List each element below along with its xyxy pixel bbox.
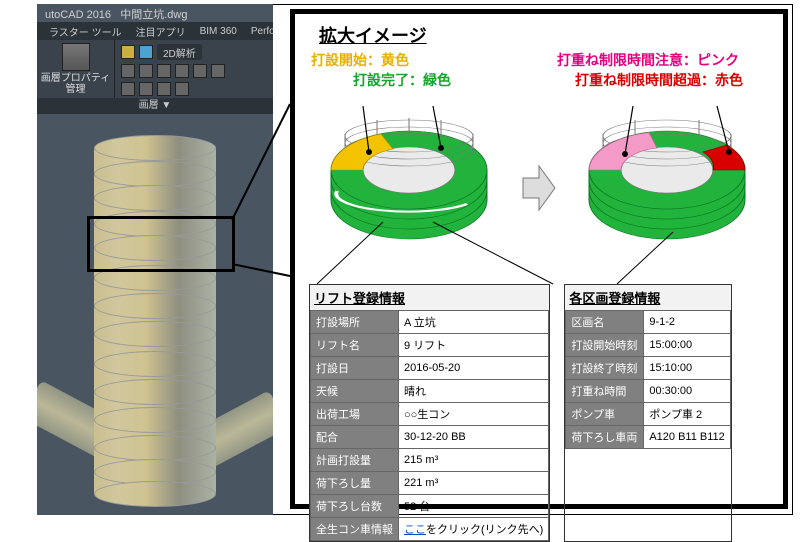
row-label: ポンプ車	[566, 403, 644, 426]
row-value: 晴れ	[399, 380, 549, 403]
donut-left	[309, 100, 509, 240]
legend-warn-pink: 打重ね制限時間注意：ピンク	[557, 50, 739, 70]
tool-icon[interactable]	[211, 64, 225, 78]
ribbon-tab[interactable]: ラスター ツール	[45, 23, 126, 40]
tool-icon[interactable]	[121, 64, 135, 78]
row-value: A 立坑	[399, 311, 549, 334]
table-row: 打設場所A 立坑	[311, 311, 549, 334]
detail-panel: 拡大イメージ 打設開始：黄色 打重ね制限時間注意：ピンク 打設完了：緑色 打重ね…	[290, 9, 788, 509]
ribbon-tab[interactable]: BIM 360	[196, 25, 241, 38]
legend-over-red: 打重ね制限時間超過：赤色	[575, 70, 743, 90]
tool-icon[interactable]	[121, 45, 135, 59]
table-row: 打重ね時間00:30:00	[566, 380, 730, 403]
row-value: 9 リフト	[399, 334, 549, 357]
table-row: 打設終了時刻15:10:00	[566, 357, 730, 380]
lift-table-title: リフト登録情報	[310, 285, 549, 310]
row-label: 計画打設量	[311, 449, 399, 472]
row-value: 52 台	[399, 495, 549, 518]
layer-properties-label: 画層プロパティ管理	[41, 73, 110, 95]
row-value: 2016-05-20	[399, 357, 549, 380]
row-label: 荷下ろし量	[311, 472, 399, 495]
cad-ribbon-tabs: ラスター ツール 注目アプリ BIM 360 Performa	[37, 22, 273, 40]
row-label: 打設終了時刻	[566, 357, 644, 380]
row-label: 荷下ろし台数	[311, 495, 399, 518]
row-value: 30-12-20 BB	[399, 426, 549, 449]
tool-icon[interactable]	[157, 82, 171, 96]
row-value: 215 m³	[399, 449, 549, 472]
row-label: 打設開始時刻	[566, 334, 644, 357]
table-row: リフト名9 リフト	[311, 334, 549, 357]
row-value: A120 B11 B112	[644, 426, 730, 449]
legend-done-green: 打設完了：緑色	[353, 70, 451, 90]
table-row: 荷下ろし車両A120 B11 B112	[566, 426, 730, 449]
table-row: ポンプ車ポンプ車 2	[566, 403, 730, 426]
table-row: 打設日2016-05-20	[311, 357, 549, 380]
table-row: 計画打設量215 m³	[311, 449, 549, 472]
row-value: 00:30:00	[644, 380, 730, 403]
tool-icon[interactable]	[175, 64, 189, 78]
table-row: 荷下ろし量221 m³	[311, 472, 549, 495]
lift-table: リフト登録情報 打設場所A 立坑リフト名9 リフト打設日2016-05-20天候…	[309, 284, 550, 542]
row-value: ○○生コン	[399, 403, 549, 426]
row-label: 打重ね時間	[566, 380, 644, 403]
ribbon-tab[interactable]: 注目アプリ	[132, 23, 190, 40]
row-label: 打設場所	[311, 311, 399, 334]
table-row: 打設開始時刻15:00:00	[566, 334, 730, 357]
table-row: 出荷工場○○生コン	[311, 403, 549, 426]
tool-icon[interactable]	[139, 82, 153, 96]
row-value: 9-1-2	[644, 311, 730, 334]
layer-properties-icon[interactable]	[62, 43, 90, 71]
row-value: 15:00:00	[644, 334, 730, 357]
cad-window-title: utoCAD 2016 中間立坑.dwg	[45, 6, 187, 22]
row-label: リフト名	[311, 334, 399, 357]
row-label: 打設日	[311, 357, 399, 380]
row-label: 配合	[311, 426, 399, 449]
row-label: 天候	[311, 380, 399, 403]
tool-icon[interactable]	[139, 64, 153, 78]
row-label: 区画名	[566, 311, 644, 334]
tool-icon[interactable]	[139, 45, 153, 59]
detail-title: 拡大イメージ	[319, 22, 427, 48]
row-value: 15:10:00	[644, 357, 730, 380]
row-value: 221 m³	[399, 472, 549, 495]
shaft-cylinder	[94, 135, 216, 495]
tool-icon[interactable]	[193, 64, 207, 78]
table-row: 天候晴れ	[311, 380, 549, 403]
ribbon-tab[interactable]: Performa	[247, 25, 273, 38]
cad-ribbon-panel: 画層プロパティ管理 2D解析	[37, 40, 273, 98]
row-value: ポンプ車 2	[644, 403, 730, 426]
tool-icon[interactable]	[157, 64, 171, 78]
block-table: 各区画登録情報 区画名9-1-2打設開始時刻15:00:00打設終了時刻15:1…	[564, 284, 731, 542]
info-link[interactable]: ここ	[404, 524, 426, 536]
selection-rectangle	[87, 216, 235, 272]
callout-lines	[313, 222, 773, 286]
row-label: 出荷工場	[311, 403, 399, 426]
legend-start-yellow: 打設開始：黄色	[311, 50, 409, 70]
arrow-right-icon	[521, 164, 557, 212]
layer-chip[interactable]: 2D解析	[157, 44, 202, 60]
table-row: 配合30-12-20 BB	[311, 426, 549, 449]
block-table-title: 各区画登録情報	[565, 285, 730, 310]
tool-icon[interactable]	[175, 82, 189, 96]
donut-right	[567, 100, 767, 240]
row-label: 荷下ろし車両	[566, 426, 644, 449]
table-row: 区画名9-1-2	[566, 311, 730, 334]
table-row: 荷下ろし台数52 台	[311, 495, 549, 518]
tool-icon[interactable]	[121, 82, 135, 96]
